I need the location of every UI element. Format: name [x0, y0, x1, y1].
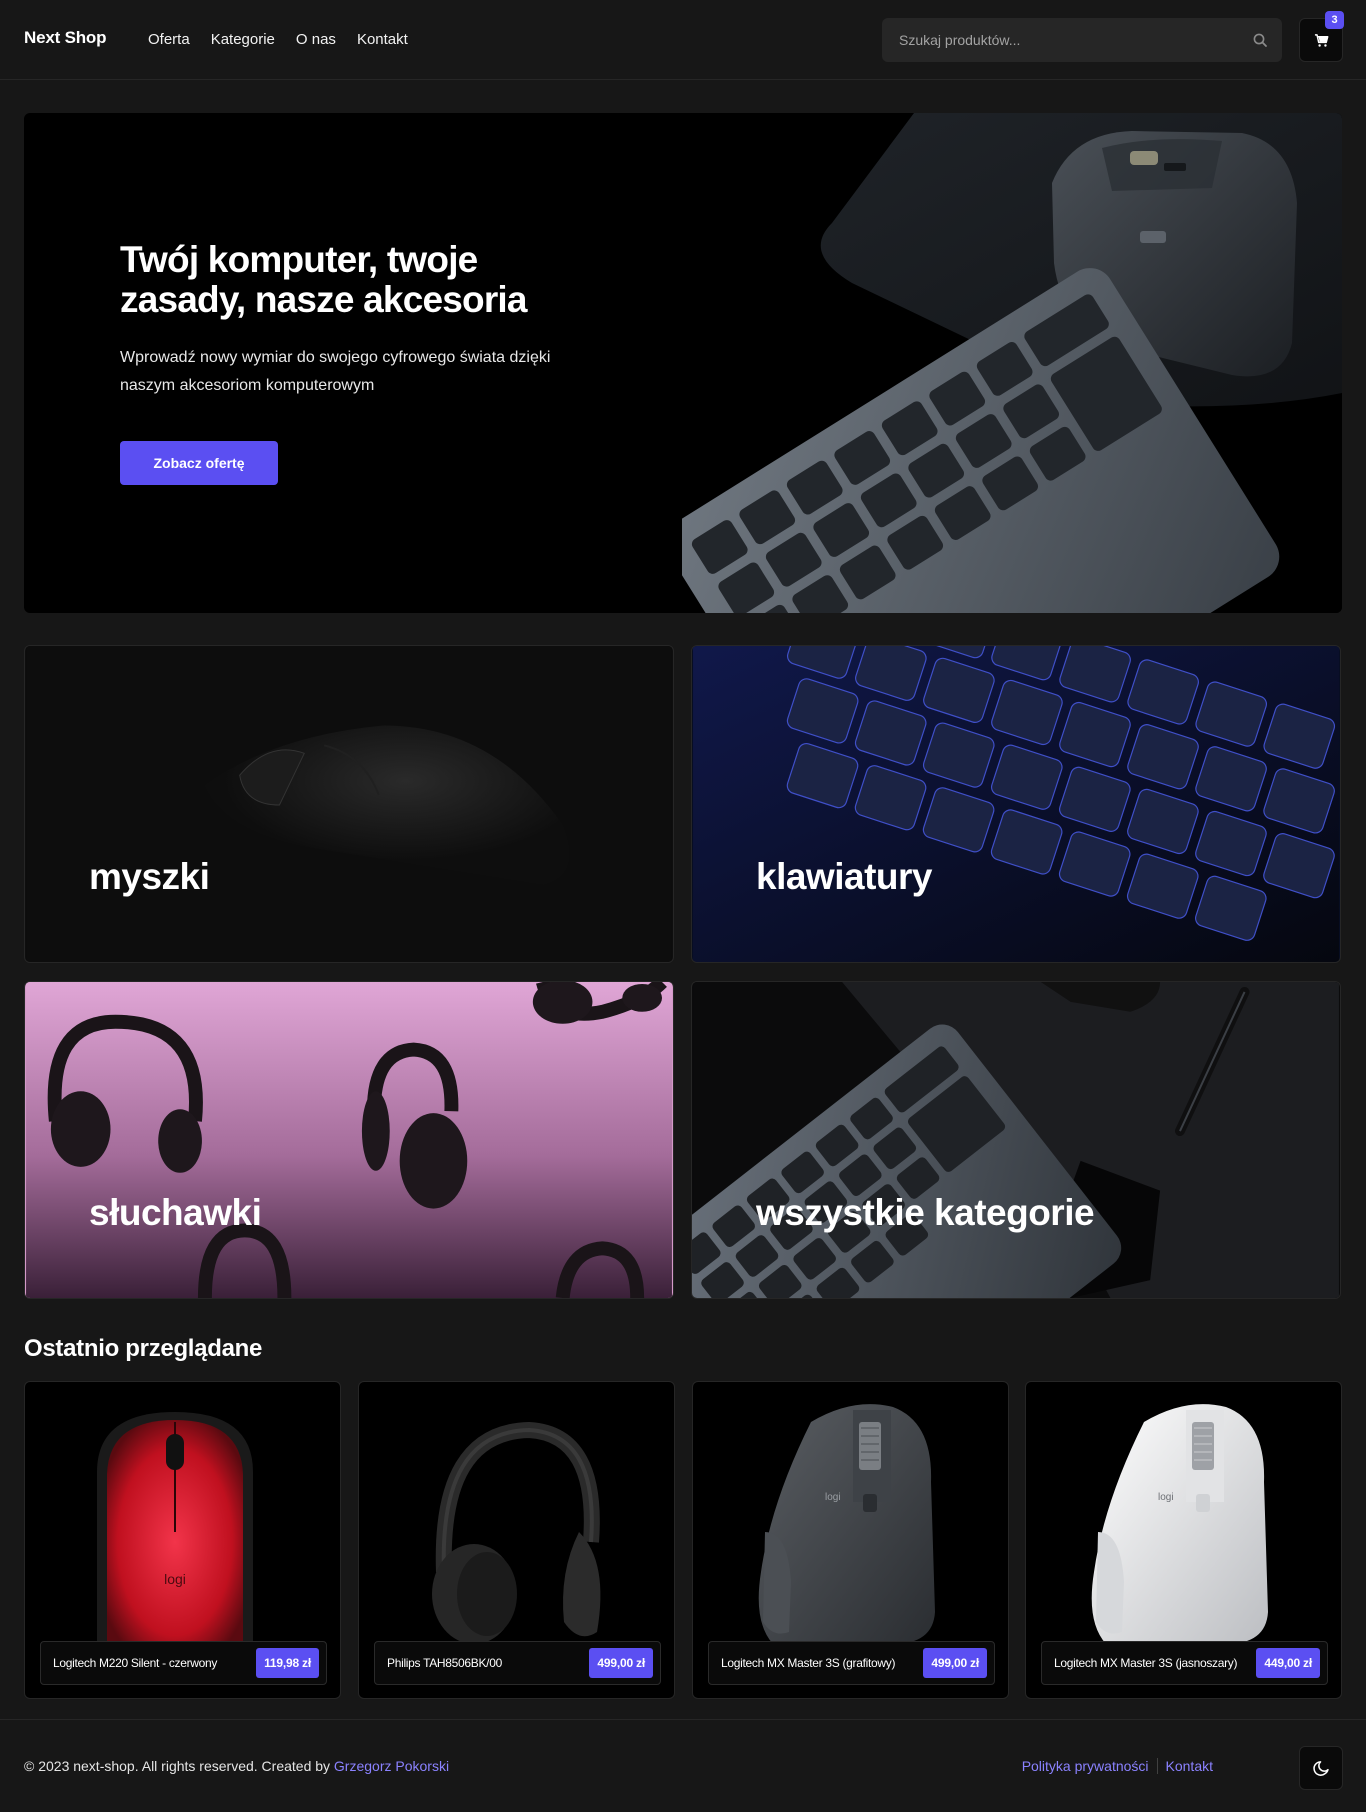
- nav-o-nas[interactable]: O nas: [296, 31, 336, 48]
- product-price: 119,98 zł: [256, 1648, 319, 1678]
- site-header: Next Shop Oferta Kategorie O nas Kontakt…: [0, 0, 1366, 80]
- site-footer: © 2023 next-shop. All rights reserved. C…: [0, 1719, 1366, 1812]
- svg-text:logi: logi: [1158, 1492, 1174, 1503]
- footer-divider: [1156, 1758, 1158, 1774]
- category-label-headphones: słuchawki: [89, 1192, 262, 1233]
- product-price: 499,00 zł: [923, 1648, 987, 1678]
- product-info-bar: Logitech MX Master 3S (grafitowy) 499,00…: [708, 1641, 995, 1685]
- svg-text:logi: logi: [825, 1492, 841, 1503]
- category-card-mice[interactable]: myszki: [24, 645, 674, 963]
- see-offer-button[interactable]: Zobacz ofertę: [120, 441, 278, 485]
- product-price: 499,00 zł: [589, 1648, 653, 1678]
- product-info-bar: Logitech M220 Silent - czerwony 119,98 z…: [40, 1641, 327, 1685]
- search-box: [882, 18, 1282, 62]
- theme-toggle-button[interactable]: [1299, 1746, 1343, 1790]
- product-price: 449,00 zł: [1256, 1648, 1320, 1678]
- product-card[interactable]: logi Logitech MX Master 3S (grafitowy) 4…: [692, 1381, 1009, 1699]
- author-link[interactable]: Grzegorz Pokorski: [334, 1758, 449, 1774]
- shopping-cart-icon: [1314, 34, 1329, 47]
- search-input[interactable]: [882, 18, 1282, 62]
- product-card[interactable]: Philips TAH8506BK/00 499,00 zł: [358, 1381, 675, 1699]
- footer-contact-link[interactable]: Kontakt: [1166, 1758, 1213, 1774]
- keyboard-image: [693, 646, 1339, 962]
- nav-oferta[interactable]: Oferta: [148, 31, 190, 48]
- accessories-image: [692, 982, 1339, 1298]
- cart-button[interactable]: 3: [1299, 11, 1344, 62]
- category-card-all[interactable]: wszystkie kategorie: [691, 981, 1341, 1299]
- nav-kategorie[interactable]: Kategorie: [211, 31, 275, 48]
- product-card[interactable]: logi Logitech M220 Silent - czerwony 119…: [24, 1381, 341, 1699]
- hero-subtitle: Wprowadź nowy wymiar do swojego cyfroweg…: [120, 349, 551, 394]
- hero-image: [682, 113, 1342, 613]
- copyright-text: © 2023 next-shop. All rights reserved. C…: [24, 1758, 334, 1774]
- moon-icon: [1313, 1761, 1329, 1776]
- category-card-headphones[interactable]: słuchawki: [24, 981, 674, 1299]
- product-info-bar: Philips TAH8506BK/00 499,00 zł: [374, 1641, 661, 1685]
- category-label-mice: myszki: [89, 856, 210, 897]
- headphones-image: [26, 982, 672, 1298]
- recently-viewed-title: Ostatnio przeglądane: [24, 1335, 263, 1362]
- category-label-all: wszystkie kategorie: [756, 1192, 1095, 1233]
- svg-text:logi: logi: [164, 1571, 186, 1587]
- product-name[interactable]: Logitech MX Master 3S (jasnoszary): [1054, 1642, 1244, 1684]
- category-label-keyboards: klawiatury: [756, 856, 932, 897]
- product-name[interactable]: Logitech MX Master 3S (grafitowy): [721, 1642, 911, 1684]
- site-logo[interactable]: Next Shop: [24, 28, 106, 48]
- product-info-bar: Logitech MX Master 3S (jasnoszary) 449,0…: [1041, 1641, 1328, 1685]
- hero-title: Twój komputer, twoje zasady, nasze akces…: [120, 239, 527, 320]
- product-name[interactable]: Logitech M220 Silent - czerwony: [53, 1642, 243, 1684]
- search-icon[interactable]: [1252, 32, 1268, 48]
- product-card[interactable]: logi Logitech MX Master 3S (jasnoszary) …: [1025, 1381, 1342, 1699]
- copyright: © 2023 next-shop. All rights reserved. C…: [24, 1758, 449, 1774]
- product-name[interactable]: Philips TAH8506BK/00: [387, 1642, 577, 1684]
- mouse-image: [26, 646, 672, 962]
- category-card-keyboards[interactable]: klawiatury: [691, 645, 1341, 963]
- footer-links: Polityka prywatności Kontakt: [1022, 1758, 1213, 1774]
- hero-banner: Twój komputer, twoje zasady, nasze akces…: [24, 113, 1342, 613]
- privacy-policy-link[interactable]: Polityka prywatności: [1022, 1758, 1149, 1774]
- cart-count-badge: 3: [1325, 11, 1344, 29]
- main-nav: Oferta Kategorie O nas Kontakt: [148, 31, 429, 48]
- nav-kontakt[interactable]: Kontakt: [357, 31, 408, 48]
- recently-viewed-list: logi Logitech M220 Silent - czerwony 119…: [24, 1381, 1342, 1699]
